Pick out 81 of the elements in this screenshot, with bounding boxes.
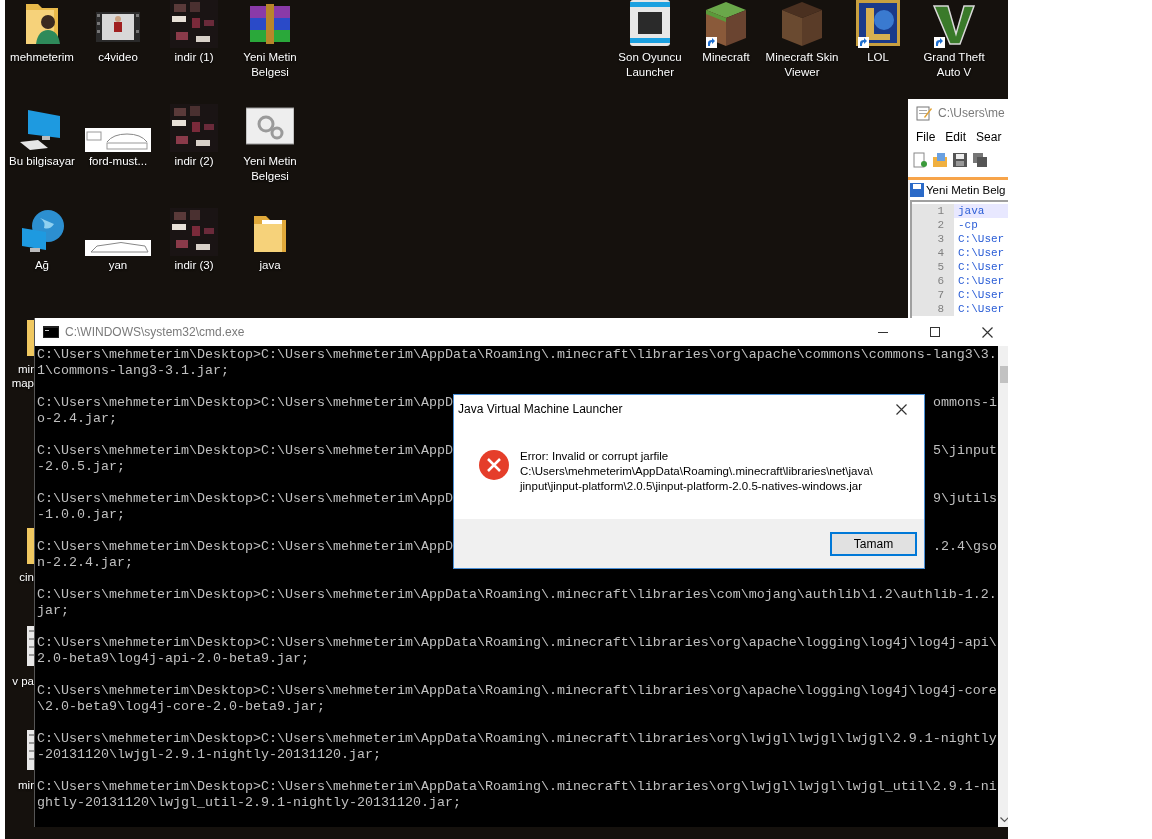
console-line: C:\Users\mehmeterim\Desktop>C:\Users\mehmeterim\AppData\Roaming\.minecraft\libraries\org\apache\commons\commons-lang3\3. xyxy=(37,347,997,363)
line-number: 2 xyxy=(912,218,954,232)
error-icon xyxy=(478,449,510,481)
close-icon xyxy=(981,326,993,338)
console-line: C:\Users\mehmeterim\Desktop>C:\Users\mehmeterim\AppData\Roaming\.minecraft\libraries\org\apache\logging\log4j\log4j-api\ xyxy=(37,635,997,651)
save-all-icon[interactable] xyxy=(972,152,988,168)
console-line: ghtly-20131120\lwjgl_util-2.9.1-nightly-20131120.jar; xyxy=(37,795,461,811)
console-line: \2.0-beta9\log4j-core-2.0-beta9.jar; xyxy=(37,699,325,715)
shortcut-arrow-icon xyxy=(858,37,869,48)
ok-button[interactable]: Tamam xyxy=(830,531,917,556)
desktop-icon-label[interactable]: java xyxy=(232,258,308,273)
desktop-icon-label[interactable]: Bu bilgisayar xyxy=(5,154,80,169)
console-line: 5\jinput xyxy=(933,443,997,459)
menu-item[interactable]: File xyxy=(916,130,936,144)
console-line: C:\Users\mehmeterim\Desktop>C:\Users\mehmeterim\AppD xyxy=(37,491,453,507)
window-title: C:\Users\me xyxy=(938,106,1006,120)
desktop-icon-label[interactable]: Yeni Metin Belgesi xyxy=(232,154,308,184)
console-line: -1.0.0.jar; xyxy=(37,507,125,523)
scrollbar[interactable] xyxy=(998,346,1008,827)
desktop-icon-label[interactable]: Yeni Metin Belgesi xyxy=(232,50,308,80)
console-line: C:\Users\mehmeterim\Desktop>C:\Users\mehmeterim\AppData\Roaming\.minecraft\libraries\org\lwjgl\lwjgl\lwjgl_util\2.9.1-ni xyxy=(37,779,997,795)
notepad-icon xyxy=(916,105,932,121)
line-number: 8 xyxy=(912,302,954,316)
console-line: -20131120\lwjgl-2.9.1-nightly-20131120.jar; xyxy=(37,747,381,763)
desktop-icon-label[interactable]: mir xyxy=(5,778,34,792)
maximize-icon xyxy=(930,327,940,337)
desktop-icon-label[interactable]: Minecraft xyxy=(688,50,764,65)
desktop-icon-label[interactable]: v pa xyxy=(5,674,34,688)
console-line: jar; xyxy=(37,603,69,619)
line-number: 1 xyxy=(912,204,954,218)
desktop-icon-label[interactable]: Ağ xyxy=(5,258,80,273)
desktop-icon-label[interactable]: indir (2) xyxy=(156,154,232,169)
console-line: .2.4\gso xyxy=(933,539,997,555)
error-message: Error: Invalid or corrupt jarfile xyxy=(520,449,670,464)
desktop-icon-label[interactable]: Son Oyuncu Launcher xyxy=(612,50,688,80)
console-line: -2.0.5.jar; xyxy=(37,459,125,475)
minimize-icon xyxy=(878,331,888,333)
file-tab[interactable]: Yeni Metin Belg xyxy=(910,180,1008,200)
line-number: 4 xyxy=(912,246,954,260)
console-line: n-2.2.4.jar; xyxy=(37,555,133,571)
save-icon xyxy=(910,183,924,197)
desktop-icon-label[interactable]: indir (3) xyxy=(156,258,232,273)
line-number: 5 xyxy=(912,260,954,274)
scrollbar-thumb[interactable] xyxy=(1000,366,1008,383)
line-number: 3 xyxy=(912,232,954,246)
console-line: C:\Users\mehmeterim\Desktop>C:\Users\mehmeterim\AppD xyxy=(37,395,453,411)
console-line: 9\jutils xyxy=(933,491,997,507)
shortcut-arrow-icon xyxy=(706,37,717,48)
console-line: C:\Users\mehmeterim\Desktop>C:\Users\mehmeterim\AppData\Roaming\.minecraft\libraries\org\lwjgl\lwjgl\lwjgl\2.9.1-nightly xyxy=(37,731,997,747)
desktop-icon-label[interactable]: mehmeterim xyxy=(5,50,80,65)
desktop-icon-label[interactable]: Minecraft Skin Viewer xyxy=(764,50,840,80)
desktop-icon-label[interactable]: c4video xyxy=(80,50,156,65)
desktop-icon-label[interactable]: indir (1) xyxy=(156,50,232,65)
file-path-text: C:\Users\mehmeterim\AppData\Roaming\.minecraft\libraries\net\java\ xyxy=(520,464,873,479)
console-line: ommons-i xyxy=(933,395,997,411)
console-line: o-2.4.jar; xyxy=(37,411,117,427)
scroll-down-icon[interactable] xyxy=(999,817,1008,823)
console-icon xyxy=(43,326,59,338)
console-line: 1\commons-lang3-3.1.jar; xyxy=(37,363,229,379)
console-line: C:\Users\mehmeterim\Desktop>C:\Users\mehmeterim\AppD xyxy=(37,539,453,555)
desktop-icon-label[interactable]: cin xyxy=(5,570,34,584)
new-file-icon[interactable] xyxy=(912,152,928,168)
save-icon[interactable] xyxy=(952,152,968,168)
dialog-title: Java Virtual Machine Launcher xyxy=(458,402,623,416)
desktop-icon-label[interactable]: yan xyxy=(80,258,156,273)
window-title: C:\WINDOWS\system32\cmd.exe xyxy=(65,325,246,339)
desktop-icon-label[interactable]: LOL xyxy=(840,50,916,65)
desktop-icon-label[interactable]: mir map xyxy=(5,362,34,390)
line-number: 7 xyxy=(912,288,954,302)
menu-item[interactable]: Sear xyxy=(976,130,1002,144)
line-number: 6 xyxy=(912,274,954,288)
console-line: C:\Users\mehmeterim\Desktop>C:\Users\mehmeterim\AppData\Roaming\.minecraft\libraries\org\apache\logging\log4j\log4j-core xyxy=(37,683,997,699)
close-icon xyxy=(895,403,907,415)
console-line: C:\Users\mehmeterim\Desktop>C:\Users\mehmeterim\AppD xyxy=(37,443,453,459)
shortcut-arrow-icon xyxy=(934,37,945,48)
console-line: 2.0-beta9\log4j-api-2.0-beta9.jar; xyxy=(37,651,309,667)
file-path-text: jinput\jinput-platform\2.0.5\jinput-platform-2.0.5-natives-windows.jar xyxy=(520,479,863,494)
desktop-icon-label[interactable]: Grand Theft Auto V xyxy=(916,50,992,80)
console-line: C:\Users\mehmeterim\Desktop>C:\Users\mehmeterim\AppData\Roaming\.minecraft\libraries\com\mojang\authlib\1.2\authlib-1.2. xyxy=(37,587,997,603)
desktop-icon-label[interactable]: ford-must... xyxy=(80,154,156,169)
menu-item[interactable]: Edit xyxy=(945,130,967,144)
